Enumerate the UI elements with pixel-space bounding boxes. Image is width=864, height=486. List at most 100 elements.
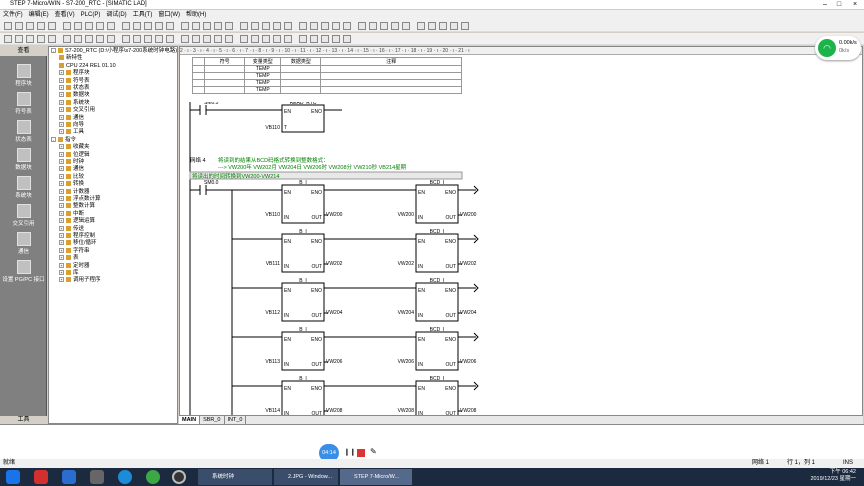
toolbar-button[interactable] — [155, 35, 163, 43]
app-icon[interactable] — [62, 470, 76, 484]
toolbar-button[interactable] — [240, 35, 248, 43]
collapse-icon[interactable]: - — [51, 48, 56, 54]
tree-item[interactable]: + 移位/循环 — [59, 240, 97, 247]
vartable-cell[interactable] — [320, 65, 462, 73]
nav-status-table[interactable]: 状态表 — [0, 120, 47, 143]
vartable-cell[interactable] — [320, 79, 462, 87]
toolbar-button[interactable] — [133, 35, 141, 43]
toolbar-button[interactable] — [240, 22, 248, 30]
tree-item[interactable]: + 计数器 — [59, 189, 90, 196]
start-icon[interactable] — [6, 470, 20, 484]
toolbar-button[interactable] — [85, 22, 93, 30]
toolbar-button[interactable] — [48, 35, 56, 43]
toolbar-button[interactable] — [166, 35, 174, 43]
toolbar-button[interactable] — [144, 22, 152, 30]
expand-icon[interactable]: + — [59, 159, 64, 165]
toolbar-button[interactable] — [166, 22, 174, 30]
toolbar-button[interactable] — [26, 35, 34, 43]
toolbar-button[interactable] — [37, 22, 45, 30]
app-icon[interactable] — [172, 470, 186, 484]
tree-item[interactable]: + 通信 — [59, 166, 84, 173]
vartable-cell[interactable] — [191, 86, 206, 94]
tree-item[interactable]: + 浮点数计算 — [59, 196, 101, 203]
tree-item[interactable]: + 表 — [59, 255, 79, 262]
toolbar-button[interactable] — [63, 35, 71, 43]
tree-item[interactable]: + 符号表 — [59, 78, 90, 85]
expand-icon[interactable]: + — [59, 181, 64, 187]
expand-icon[interactable]: + — [59, 225, 64, 231]
toolbar-button[interactable] — [4, 22, 12, 30]
toolbar-button[interactable] — [96, 22, 104, 30]
app-icon[interactable] — [34, 470, 48, 484]
tree-item[interactable]: CPU 224 REL 01.10 — [59, 63, 116, 70]
nav-pg-pc-interface[interactable]: 设置 PG/PC 接口 — [0, 260, 47, 283]
toolbar-button[interactable] — [26, 22, 34, 30]
expand-icon[interactable]: + — [59, 240, 64, 246]
app-icon[interactable] — [146, 470, 160, 484]
toolbar-button[interactable] — [358, 22, 366, 30]
nav-cross-reference[interactable]: 交叉引用 — [0, 204, 47, 227]
toolbar-button[interactable] — [251, 22, 259, 30]
vartable-cell[interactable] — [280, 65, 322, 73]
toolbar-button[interactable] — [391, 22, 399, 30]
tree-item[interactable]: + 向导 — [59, 122, 84, 129]
expand-icon[interactable]: + — [59, 122, 64, 128]
tree-item[interactable]: + 字符串 — [59, 248, 90, 255]
toolbar-button[interactable] — [181, 35, 189, 43]
tree-item[interactable]: + 库 — [59, 270, 79, 277]
expand-icon[interactable]: + — [59, 114, 64, 120]
tree-item[interactable]: - S7-200_RTC (D:\小程序\s7-200系统时钟电路) — [51, 48, 177, 55]
maximize-button[interactable]: □ — [832, 0, 846, 10]
toolbar-button[interactable] — [122, 22, 130, 30]
toolbar-button[interactable] — [133, 22, 141, 30]
toolbar-button[interactable] — [299, 35, 307, 43]
toolbar-button[interactable] — [380, 22, 388, 30]
expand-icon[interactable]: + — [59, 203, 64, 209]
toolbar-button[interactable] — [144, 35, 152, 43]
nav-system-block[interactable]: 系统块 — [0, 176, 47, 199]
tree-item[interactable]: + 时钟 — [59, 159, 84, 166]
toolbar-button[interactable] — [74, 35, 82, 43]
expand-icon[interactable]: + — [59, 151, 64, 157]
toolbar-button[interactable] — [332, 35, 340, 43]
expand-icon[interactable]: + — [59, 210, 64, 216]
vartable-cell[interactable] — [204, 86, 246, 94]
expand-icon[interactable]: + — [59, 70, 64, 76]
tree-item[interactable]: + 位逻辑 — [59, 152, 90, 159]
menu-tools[interactable]: 工具(T) — [130, 10, 156, 20]
toolbar-button[interactable] — [321, 22, 329, 30]
expand-icon[interactable]: + — [59, 277, 64, 283]
tree-item[interactable]: - 指令 — [51, 137, 76, 144]
vartable-cell[interactable] — [191, 79, 206, 87]
tree-item[interactable]: + 程序控制 — [59, 233, 95, 240]
tree-item[interactable]: + 传送 — [59, 226, 84, 233]
tab-main[interactable]: MAIN — [179, 416, 201, 424]
vartable-cell[interactable] — [280, 72, 322, 80]
task-system-clock[interactable]: 系统时钟 — [198, 469, 272, 485]
minimize-button[interactable]: – — [818, 0, 832, 10]
menu-view[interactable]: 查看(V) — [52, 10, 78, 20]
toolbar-button[interactable] — [251, 35, 259, 43]
tree-item[interactable]: + 调用子程序 — [59, 277, 101, 284]
expand-icon[interactable]: + — [59, 144, 64, 150]
toolbar-button[interactable] — [107, 22, 115, 30]
tree-item[interactable]: + 逻辑运算 — [59, 218, 95, 225]
toolbar-button[interactable] — [417, 22, 425, 30]
menu-debug[interactable]: 调试(D) — [103, 10, 129, 20]
toolbar-button[interactable] — [428, 22, 436, 30]
nav-symbol-table[interactable]: 符号表 — [0, 92, 47, 115]
toolbar-button[interactable] — [321, 35, 329, 43]
toolbar-button[interactable] — [262, 22, 270, 30]
toolbar-button[interactable] — [214, 35, 222, 43]
task-image-viewer[interactable]: 2.JPG - Window... — [274, 469, 338, 485]
toolbar-button[interactable] — [181, 22, 189, 30]
expand-icon[interactable]: + — [59, 270, 64, 276]
expand-icon[interactable]: + — [59, 255, 64, 261]
tree-item[interactable]: + 比较 — [59, 174, 84, 181]
vartable-cell[interactable]: TEMP — [244, 72, 282, 80]
tree-item[interactable]: + 程序块 — [59, 70, 90, 77]
toolbar-button[interactable] — [107, 35, 115, 43]
vartable-cell[interactable] — [204, 72, 246, 80]
vartable-cell[interactable]: TEMP — [244, 65, 282, 73]
tree-item[interactable]: + 转换 — [59, 181, 84, 188]
